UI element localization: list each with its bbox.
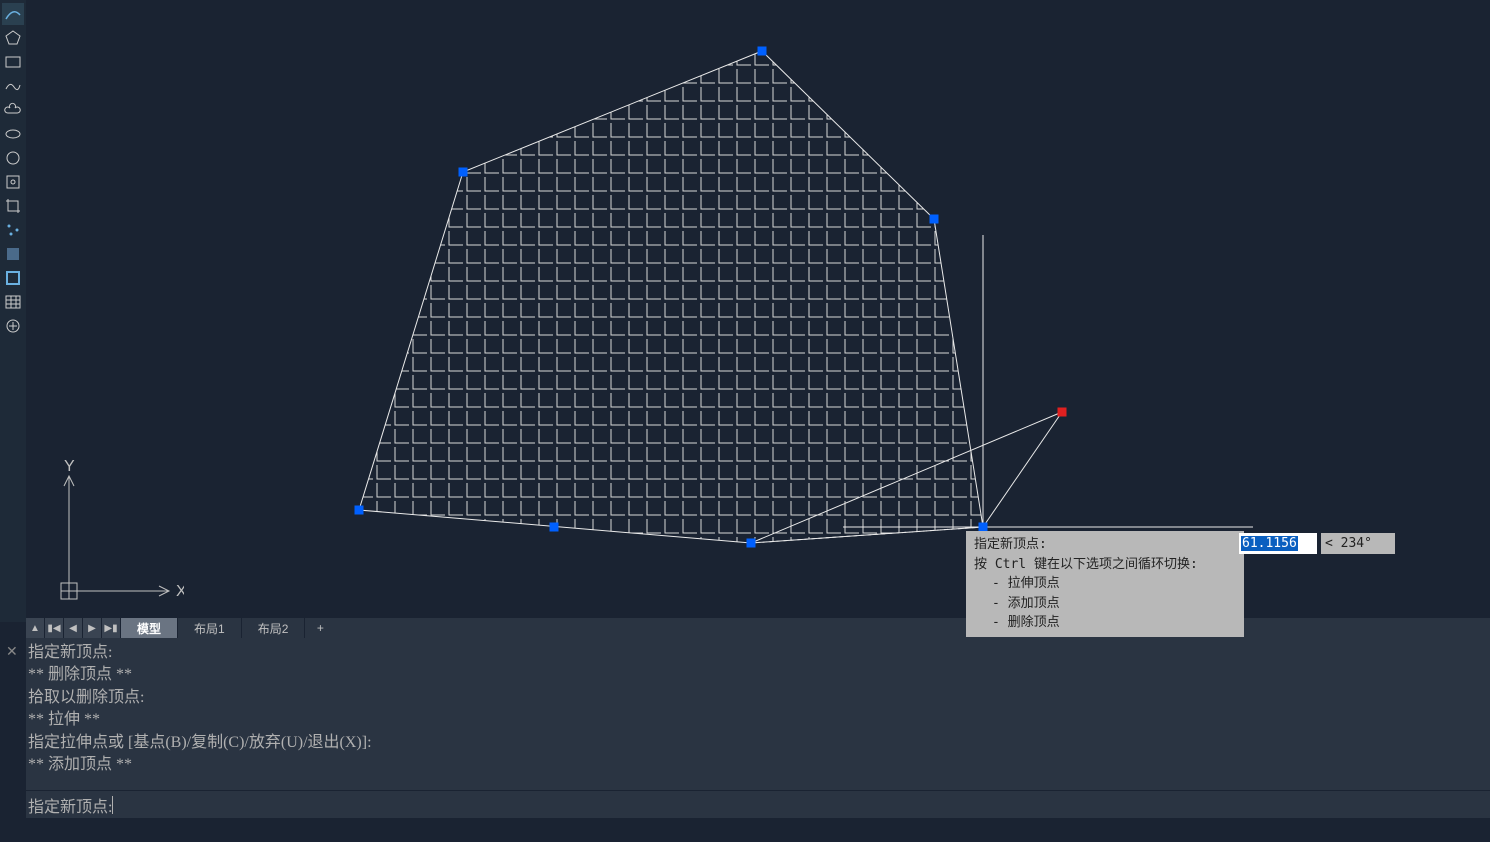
angle-prefix: < <box>1325 536 1333 551</box>
tool-point-style[interactable] <box>2 219 24 241</box>
vertex-grip[interactable] <box>550 523 559 532</box>
command-input-bar[interactable]: 指定新顶点: <box>26 790 1490 819</box>
tooltip-opt1: - 拉伸顶点 <box>974 574 1236 594</box>
vertex-grip[interactable] <box>747 539 756 548</box>
tool-boundary[interactable] <box>2 267 24 289</box>
dynamic-input-distance[interactable]: 61.1156 <box>1239 533 1317 554</box>
active-grip[interactable] <box>1058 408 1067 417</box>
tab-nav-last[interactable]: ▶▮ <box>102 618 121 638</box>
tooltip-opt3: - 删除顶点 <box>974 613 1236 633</box>
tab-nav-prev[interactable]: ◀ <box>64 618 83 638</box>
tool-gradient[interactable] <box>2 243 24 265</box>
tool-rectangle[interactable] <box>2 51 24 73</box>
tab-bar: ▲ ▮◀ ◀ ▶ ▶▮ 模型布局1布局2 + <box>26 618 1490 638</box>
vertex-grip[interactable] <box>459 168 468 177</box>
bottom-strip <box>0 818 1490 842</box>
drawing-canvas[interactable]: Y X <box>26 0 1490 618</box>
history-line: 拾取以删除顶点: <box>28 687 1488 709</box>
left-toolbar <box>0 0 26 622</box>
vertex-grip[interactable] <box>355 506 364 515</box>
distance-value: 61.1156 <box>1241 536 1298 551</box>
history-line: ** 拉伸 ** <box>28 709 1488 731</box>
tab-2[interactable]: 布局2 <box>242 618 306 638</box>
history-line: 指定新顶点: <box>28 642 1488 664</box>
tab-0[interactable]: 模型 <box>121 618 178 638</box>
tool-arc[interactable] <box>2 3 24 25</box>
history-line: ** 删除顶点 ** <box>28 664 1488 686</box>
tooltip-line2: 按 Ctrl 键在以下选项之间循环切换: <box>974 555 1236 575</box>
tool-ellipse[interactable] <box>2 123 24 145</box>
tab-1[interactable]: 布局1 <box>178 618 242 638</box>
dynamic-tooltip: 指定新顶点: 按 Ctrl 键在以下选项之间循环切换: - 拉伸顶点 - 添加顶… <box>966 531 1244 637</box>
history-line: ** 添加顶点 ** <box>28 754 1488 776</box>
history-line: 指定拉伸点或 [基点(B)/复制(C)/放弃(U)/退出(X)]: <box>28 732 1488 754</box>
tool-circle[interactable] <box>2 147 24 169</box>
command-history: 指定新顶点:** 删除顶点 **拾取以删除顶点:** 拉伸 **指定拉伸点或 [… <box>26 638 1490 796</box>
vertex-grip[interactable] <box>930 215 939 224</box>
angle-value: 234° <box>1341 536 1372 551</box>
command-prompt: 指定新顶点: <box>28 793 112 817</box>
vertex-grip[interactable] <box>758 47 767 56</box>
command-input[interactable] <box>113 795 1490 815</box>
command-history-close[interactable]: ✕ <box>6 643 18 660</box>
tool-spline[interactable] <box>2 75 24 97</box>
tool-crop[interactable] <box>2 195 24 217</box>
tab-nav-up[interactable]: ▲ <box>26 618 45 638</box>
tab-add-button[interactable]: + <box>305 618 335 638</box>
tool-pentagon[interactable] <box>2 27 24 49</box>
tool-cloud[interactable] <box>2 99 24 121</box>
dynamic-input-angle[interactable]: < 234° <box>1321 533 1395 554</box>
tab-nav-next[interactable]: ▶ <box>83 618 102 638</box>
tool-table[interactable] <box>2 291 24 313</box>
tool-region[interactable] <box>2 315 24 337</box>
tab-nav-first[interactable]: ▮◀ <box>45 618 64 638</box>
tooltip-line1: 指定新顶点: <box>974 535 1236 555</box>
tool-hatch-settings[interactable] <box>2 171 24 193</box>
tooltip-opt2: - 添加顶点 <box>974 594 1236 614</box>
